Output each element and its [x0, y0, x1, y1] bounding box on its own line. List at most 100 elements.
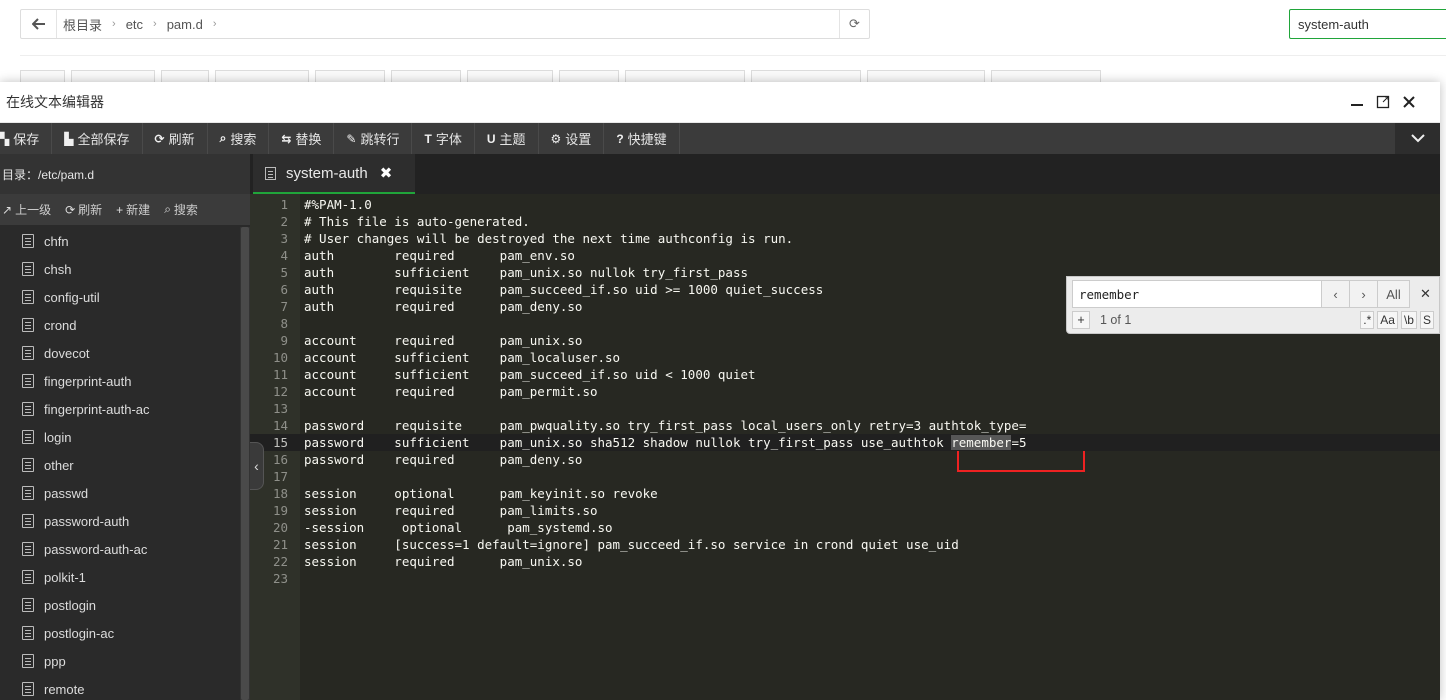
code-line[interactable]: 21 session [success=1 default=ignore] pam… — [250, 536, 1440, 553]
toolbar-label: 跳转行 — [360, 132, 400, 147]
path-refresh-button[interactable]: ⟳ — [839, 10, 869, 38]
code-line[interactable]: 11 account sufficient pam_succeed_if.so u… — [250, 366, 1440, 383]
file-icon — [22, 318, 34, 332]
crumb-pamd[interactable]: pam.d — [167, 17, 203, 32]
toolbar-button-save[interactable]: ▚ 保存 — [0, 123, 53, 154]
file-list-item[interactable]: config-util — [0, 283, 240, 311]
chevron-right-icon: › — [112, 18, 116, 30]
file-list-item[interactable]: dovecot — [0, 339, 240, 367]
find-all-button[interactable]: All — [1378, 280, 1410, 308]
code-line[interactable]: 9 account required pam_unix.so — [250, 332, 1440, 349]
line-text: auth required pam_deny.so — [304, 299, 583, 314]
file-list-item[interactable]: postlogin-ac — [0, 619, 240, 647]
toolbar-button-replace[interactable]: ⇆ 替换 — [269, 123, 335, 154]
tab-system-auth[interactable]: system-auth ✖ — [253, 154, 415, 194]
file-icon — [22, 626, 34, 640]
search-close-icon[interactable]: ✕ — [1420, 286, 1431, 302]
file-list-item[interactable]: login — [0, 423, 240, 451]
toolbar-button-save-all[interactable]: ▙ 全部保存 — [52, 123, 143, 154]
sidebar-collapse-button[interactable]: ‹ — [250, 442, 264, 490]
code-line[interactable]: 20 -session optional pam_systemd.so — [250, 519, 1440, 536]
file-list-item[interactable]: chsh — [0, 255, 240, 283]
sidebar-scrollbar[interactable] — [240, 227, 250, 700]
code-line[interactable]: 22 session required pam_unix.so — [250, 553, 1440, 570]
toolbar-button-search[interactable]: ⌕ 搜索 — [208, 123, 270, 154]
code-line[interactable]: 23 — [250, 570, 1440, 587]
file-name: chfn — [44, 233, 69, 249]
file-name: polkit-1 — [44, 569, 86, 585]
file-list-item[interactable]: passwd — [0, 479, 240, 507]
line-number: 4 — [280, 248, 288, 263]
case-sensitive-toggle[interactable]: Aa — [1377, 311, 1398, 329]
code-line[interactable]: 13 — [250, 400, 1440, 417]
tab-close-icon[interactable]: ✖ — [380, 164, 393, 182]
line-text: account required pam_permit.so — [304, 384, 598, 399]
close-icon[interactable] — [1396, 90, 1422, 114]
code-line[interactable]: 4 auth required pam_env.so — [250, 247, 1440, 264]
path-bar[interactable]: 根目录 › etc › pam.d › ⟳ — [20, 9, 870, 39]
code-line[interactable]: 14 password requisite pam_pwquality.so tr… — [250, 417, 1440, 434]
file-icon — [22, 346, 34, 360]
toolbar-label: 快捷键 — [627, 132, 667, 147]
up-level-button[interactable]: ↗ 上一级 — [2, 201, 51, 218]
maximize-icon[interactable] — [1370, 90, 1396, 114]
file-name: fingerprint-auth-ac — [44, 401, 150, 417]
file-icon — [265, 166, 276, 180]
find-prev-button[interactable]: ‹ — [1322, 280, 1350, 308]
code-line[interactable]: 10 account sufficient pam_localuser.so — [250, 349, 1440, 366]
file-list-item[interactable]: chfn — [0, 227, 240, 255]
toolbar-label: 刷新 — [168, 132, 195, 147]
toolbar-button-font[interactable]: T 字体 — [412, 123, 475, 154]
arrow-left-icon — [31, 18, 45, 30]
regex-toggle[interactable]: .* — [1360, 311, 1375, 329]
code-line[interactable]: 2 # This file is auto-generated. — [250, 213, 1440, 230]
code-editor[interactable]: 1 #%PAM-1.0 2 # This file is auto-generated… — [250, 194, 1440, 700]
code-line[interactable]: 19 session required pam_limits.so — [250, 502, 1440, 519]
line-number: 1 — [280, 197, 288, 212]
file-list-item[interactable]: other — [0, 451, 240, 479]
search-input[interactable]: remember — [1072, 280, 1322, 308]
toolbar-button-refresh[interactable]: ⟳ 刷新 — [143, 123, 208, 154]
search-in-selection-toggle[interactable]: S — [1419, 311, 1434, 329]
crumb-root[interactable]: 根目录 — [63, 15, 102, 34]
file-list-item[interactable]: fingerprint-auth-ac — [0, 395, 240, 423]
file-search-input[interactable]: system-auth — [1289, 9, 1446, 39]
sidebar-search-button[interactable]: ⌕ 搜索 — [164, 201, 198, 218]
scrollbar-thumb[interactable] — [241, 227, 249, 700]
toolbar-button-magnet[interactable]: U 主题 — [475, 123, 539, 154]
sidebar-refresh-button[interactable]: ⟳ 刷新 — [65, 201, 102, 218]
line-text: -session optional pam_systemd.so — [304, 520, 613, 535]
chevron-down-icon[interactable] — [1395, 123, 1440, 154]
line-number: 12 — [272, 384, 288, 399]
toggle-replace-button[interactable]: + — [1072, 311, 1090, 329]
whole-word-toggle[interactable]: \b — [1400, 311, 1417, 329]
file-list-item[interactable]: polkit-1 — [0, 563, 240, 591]
code-line[interactable]: 18 session optional pam_keyinit.so revoke — [250, 485, 1440, 502]
line-number: 21 — [272, 537, 288, 552]
file-list-item[interactable]: password-auth — [0, 507, 240, 535]
toolbar-button-help[interactable]: ? 快捷键 — [604, 123, 680, 154]
file-list-item[interactable]: postlogin — [0, 591, 240, 619]
file-list-item[interactable]: ppp — [0, 647, 240, 675]
toolbar-button-gear[interactable]: ⚙ 设置 — [539, 123, 605, 154]
code-line[interactable]: 17 — [250, 468, 1440, 485]
file-list-item[interactable]: fingerprint-auth — [0, 367, 240, 395]
line-number: 3 — [280, 231, 288, 246]
code-line[interactable]: 15 password sufficient pam_unix.so sha512… — [250, 434, 1440, 451]
line-text: account sufficient pam_succeed_if.so uid… — [304, 367, 756, 382]
back-button[interactable] — [21, 10, 57, 38]
file-list-item[interactable]: remote — [0, 675, 240, 700]
search-match-highlight: remember — [951, 435, 1012, 450]
file-list-item[interactable]: crond — [0, 311, 240, 339]
find-next-button[interactable]: › — [1350, 280, 1378, 308]
toolbar-button-pin[interactable]: ✎ 跳转行 — [334, 123, 413, 154]
file-list-item[interactable]: password-auth-ac — [0, 535, 240, 563]
code-line[interactable]: 16 password required pam_deny.so — [250, 451, 1440, 468]
new-file-button[interactable]: + 新建 — [116, 201, 150, 218]
code-line[interactable]: 12 account required pam_permit.so — [250, 383, 1440, 400]
code-line[interactable]: 3 # User changes will be destroyed the ne… — [250, 230, 1440, 247]
divider — [20, 55, 1446, 56]
code-line[interactable]: 1 #%PAM-1.0 — [250, 196, 1440, 213]
crumb-etc[interactable]: etc — [126, 17, 143, 32]
minimize-icon[interactable] — [1344, 90, 1370, 114]
